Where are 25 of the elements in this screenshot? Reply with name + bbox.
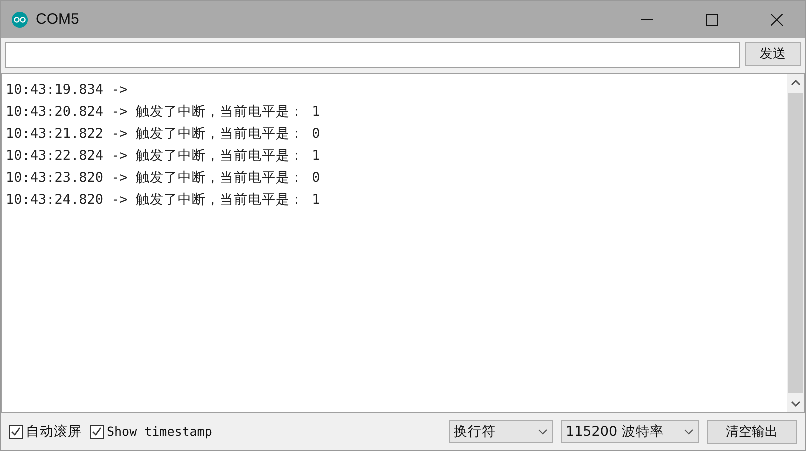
checkbox[interactable]: [90, 424, 104, 438]
close-icon[interactable]: [770, 14, 782, 26]
chevron-down-icon: [538, 428, 548, 434]
output-line: 10:43:24.820 -> 触发了中断，当前电平是： 1: [6, 191, 322, 210]
baud-rate-dropdown[interactable]: 115200 波特率: [561, 420, 699, 443]
clear-output-button[interactable]: 清空输出: [707, 420, 797, 444]
scrollbar[interactable]: [787, 74, 804, 412]
line-ending-dropdown[interactable]: 换行符: [449, 420, 553, 443]
checkbox[interactable]: [9, 424, 23, 438]
maximize-icon[interactable]: [706, 14, 718, 26]
output-line: 10:43:23.820 -> 触发了中断，当前电平是： 0: [6, 169, 322, 188]
output-line: 10:43:20.824 -> 触发了中断，当前电平是： 1: [6, 103, 322, 122]
output-line: 10:43:22.824 -> 触发了中断，当前电平是： 1: [6, 147, 322, 166]
chevron-up-icon[interactable]: [790, 80, 800, 86]
send-button[interactable]: 发送: [745, 42, 801, 66]
checkbox-label: 自动滚屏: [26, 422, 82, 440]
output-line: 10:43:19.834 ->: [6, 81, 129, 100]
output-line: 10:43:21.822 -> 触发了中断，当前电平是： 0: [6, 125, 322, 144]
chevron-down-icon: [684, 428, 694, 434]
minimize-icon[interactable]: [640, 19, 652, 20]
chevron-down-icon[interactable]: [790, 400, 800, 406]
window-title: COM5: [36, 11, 80, 28]
message-input-field[interactable]: [5, 42, 740, 68]
checkbox-label: Show timestamp: [107, 424, 212, 439]
infinity-logo-icon: [12, 12, 28, 28]
